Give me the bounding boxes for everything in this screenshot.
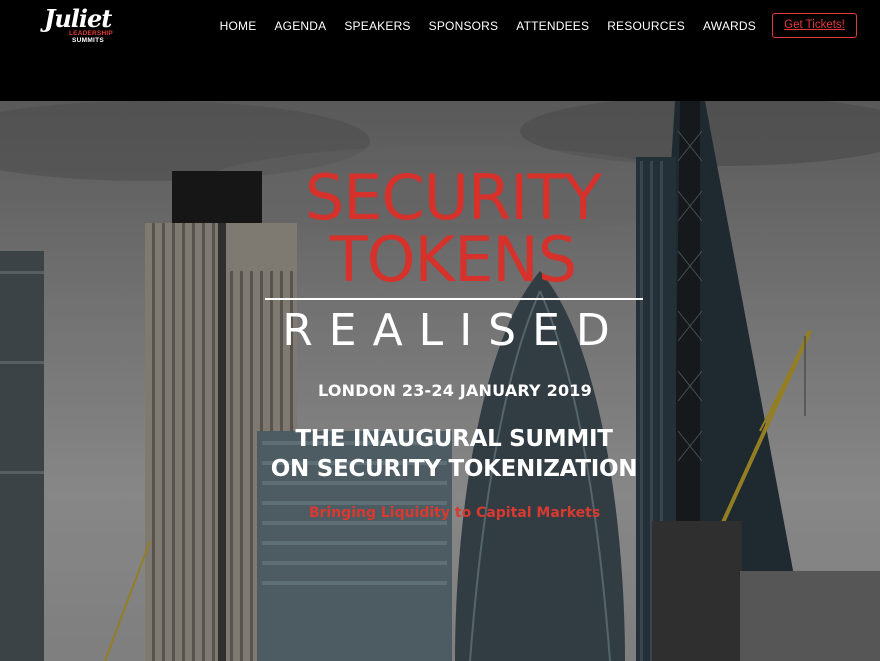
- site-header: Juliet LEADERSHIP SUMMITS HOME AGENDA SP…: [0, 0, 880, 101]
- summit-heading-line1: THE INAUGURAL SUMMIT: [295, 426, 613, 452]
- hero-title-line2: TOKENS: [329, 223, 577, 296]
- nav-item-resources[interactable]: RESOURCES: [607, 19, 685, 33]
- logo-script-text: Juliet: [44, 4, 112, 33]
- brand-logo[interactable]: Juliet LEADERSHIP SUMMITS: [44, 4, 116, 46]
- nav-item-awards[interactable]: AWARDS: [703, 19, 756, 33]
- nav-item-speakers[interactable]: SPEAKERS: [344, 19, 410, 33]
- logo-line-leadership: LEADERSHIP: [69, 30, 113, 37]
- event-date: LONDON 23-24 JANUARY 2019: [318, 381, 592, 400]
- hero-tagline: Bringing Liquidity to Capital Markets: [308, 505, 601, 521]
- hero-banner: SECURITY TOKENS REALISED LONDON 23-24 JA…: [0, 101, 880, 661]
- nav-item-agenda[interactable]: AGENDA: [274, 19, 326, 33]
- nav-item-sponsors[interactable]: SPONSORS: [429, 19, 499, 33]
- hero-divider: [265, 298, 643, 300]
- summit-heading-line2: ON SECURITY TOKENIZATION: [270, 456, 638, 482]
- nav-item-attendees[interactable]: ATTENDEES: [516, 19, 589, 33]
- hero-subtitle: REALISED: [282, 305, 626, 356]
- logo-line-summits: SUMMITS: [72, 37, 105, 44]
- get-tickets-button[interactable]: Get Tickets!: [772, 13, 857, 38]
- nav-item-home[interactable]: HOME: [220, 19, 257, 33]
- main-nav: HOME AGENDA SPEAKERS SPONSORS ATTENDEES …: [202, 19, 756, 33]
